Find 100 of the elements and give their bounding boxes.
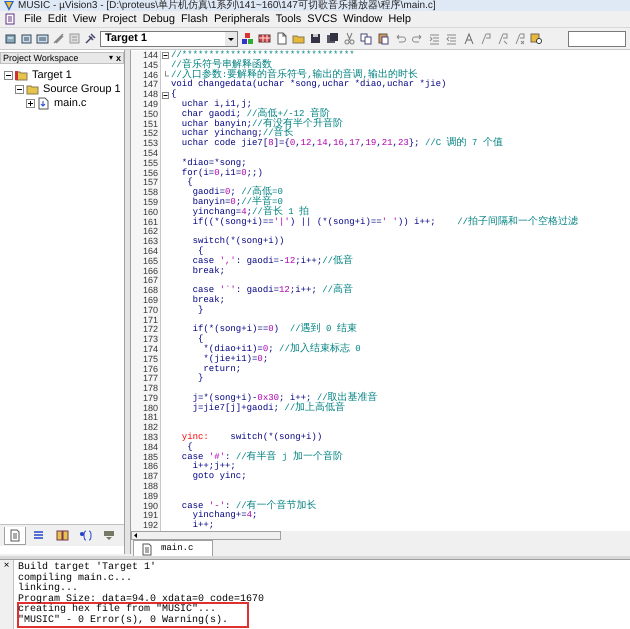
code-line: if((*(song+i)=='|') || (*(song+i)==' ')) i++; //拍子间隔和一个空格过滤 xyxy=(192,218,580,228)
code-line: *(diao+i1)=0; //加入结束标志 0 xyxy=(203,344,362,355)
functions-icon xyxy=(79,529,92,542)
line-number: 170 xyxy=(142,306,159,316)
menu-item[interactable]: Tools xyxy=(272,11,304,27)
code-line: { xyxy=(197,335,204,345)
line-number: 146 xyxy=(142,70,159,80)
pin-button[interactable]: ▾ xyxy=(108,53,113,63)
menu-item[interactable]: Window xyxy=(340,11,386,27)
code-line: void changedata(uchar *song,uchar *diao,uchar *jie) xyxy=(170,80,448,90)
panel-title: Project Workspace xyxy=(3,53,78,63)
components-icon[interactable] xyxy=(241,32,254,45)
line-number: 180 xyxy=(142,404,159,414)
search-field[interactable] xyxy=(568,30,626,46)
menu-item[interactable]: Help xyxy=(385,11,414,27)
cut-icon[interactable] xyxy=(343,32,356,45)
line-number: 160 xyxy=(142,208,159,218)
close-button[interactable]: × xyxy=(4,561,10,571)
menu-item[interactable]: File xyxy=(21,11,45,27)
books-icon xyxy=(56,529,69,542)
output-line: Program Size: data=94.0 xdata=0 code=1670 xyxy=(18,594,264,604)
code-line: if(*(song+i)==0) //遇到 0 结束 xyxy=(192,325,358,336)
menu-item[interactable]: SVCS xyxy=(304,11,340,27)
menu-item[interactable]: Peripherals xyxy=(210,11,273,27)
code-line: { xyxy=(197,246,204,257)
line-number: 189 xyxy=(142,492,159,502)
line-number: 165 xyxy=(142,256,159,267)
menu-item[interactable]: Debug xyxy=(140,11,178,27)
line-number: 182 xyxy=(142,423,159,434)
code-line: uchar yinchang;//音长 xyxy=(180,129,294,140)
menu-item[interactable]: Project xyxy=(99,11,140,27)
line-number: 154 xyxy=(142,148,159,159)
outdent-icon[interactable] xyxy=(445,32,458,45)
collapse-icon[interactable] xyxy=(162,52,168,60)
line-number: 155 xyxy=(142,158,159,169)
line-number: 163 xyxy=(142,237,159,247)
rebuild-icon[interactable] xyxy=(36,32,49,45)
line-number: 166 xyxy=(142,266,159,276)
save-icon[interactable] xyxy=(309,32,322,45)
line-number: 186 xyxy=(142,462,159,472)
menu-item[interactable]: View xyxy=(70,11,100,27)
target-dropdown[interactable]: Target 1 xyxy=(100,30,238,46)
editor-tab[interactable]: main.c xyxy=(133,540,213,557)
panel-tab[interactable] xyxy=(4,526,26,544)
output-line: Build target 'Target 1' xyxy=(18,563,158,573)
code-line: j=jie7[j]+gaodi; //加上高低音 xyxy=(192,404,346,414)
files-icon xyxy=(8,528,22,542)
undo-icon[interactable] xyxy=(394,32,407,45)
tree-item[interactable]: main.c xyxy=(52,96,86,110)
line-number: 150 xyxy=(142,110,159,120)
copy-icon[interactable] xyxy=(360,32,373,45)
expand-icon[interactable] xyxy=(26,98,35,108)
line-number: 145 xyxy=(142,60,159,71)
menu-item[interactable]: Edit xyxy=(44,11,70,27)
tree-item[interactable]: Target 1 xyxy=(30,68,72,82)
code-line: *(jie+i1)=0; xyxy=(202,354,270,364)
output-line: compiling main.c... xyxy=(18,574,134,584)
grid-icon[interactable] xyxy=(258,32,271,45)
line-number: 191 xyxy=(142,511,159,522)
line-number: 147 xyxy=(142,80,159,90)
new-file-icon[interactable] xyxy=(275,32,288,45)
document-icon[interactable] xyxy=(4,13,16,25)
collapse-icon[interactable] xyxy=(4,70,13,80)
horizontal-scrollbar[interactable] xyxy=(131,531,281,540)
find-icon[interactable] xyxy=(530,32,543,45)
target-folder-icon xyxy=(15,68,28,82)
line-number: 190 xyxy=(142,502,159,512)
line-number: 175 xyxy=(142,354,159,364)
close-button[interactable]: x xyxy=(116,53,121,63)
options-icon[interactable] xyxy=(84,32,97,45)
code-line: case '#': //有半音 j 加一个音阶 xyxy=(180,452,344,462)
redo-icon[interactable] xyxy=(411,32,424,45)
file-icon xyxy=(37,96,50,110)
line-number: 164 xyxy=(142,246,159,257)
line-number: 177 xyxy=(142,374,159,384)
code-line: yinc: switch(*(song+i)) xyxy=(180,433,324,442)
line-number: 152 xyxy=(142,129,159,140)
line-number: 176 xyxy=(142,364,159,374)
code-line: //入口参数:要解释的音乐符号,输出的音调,输出的时长 xyxy=(170,70,420,80)
collapse-icon[interactable] xyxy=(15,84,24,94)
tree-item[interactable]: Source Group 1 xyxy=(41,82,121,96)
code-line: } xyxy=(197,306,204,316)
code-line: { xyxy=(186,442,194,453)
build-icon[interactable] xyxy=(20,32,33,45)
registers-icon xyxy=(32,529,45,542)
translate-icon[interactable] xyxy=(4,32,17,45)
folder-icon xyxy=(26,82,39,96)
code-line: switch(*(song+i)) xyxy=(192,237,286,246)
menu-item[interactable]: Flash xyxy=(178,11,211,27)
paste-icon[interactable] xyxy=(377,32,390,45)
collapse-icon[interactable] xyxy=(162,92,168,99)
line-number: 168 xyxy=(142,286,159,296)
line-number: 167 xyxy=(142,276,159,286)
code-line: { xyxy=(170,90,178,100)
code-line: yinchang=4;//音长 1 拍 xyxy=(192,208,310,218)
scroll-left-arrow-icon[interactable] xyxy=(132,532,140,539)
code-line: uchar i,i1,j; xyxy=(180,100,254,110)
save-all-icon[interactable] xyxy=(326,32,339,45)
indent-icon[interactable] xyxy=(428,32,441,45)
line-number: 169 xyxy=(142,296,159,306)
